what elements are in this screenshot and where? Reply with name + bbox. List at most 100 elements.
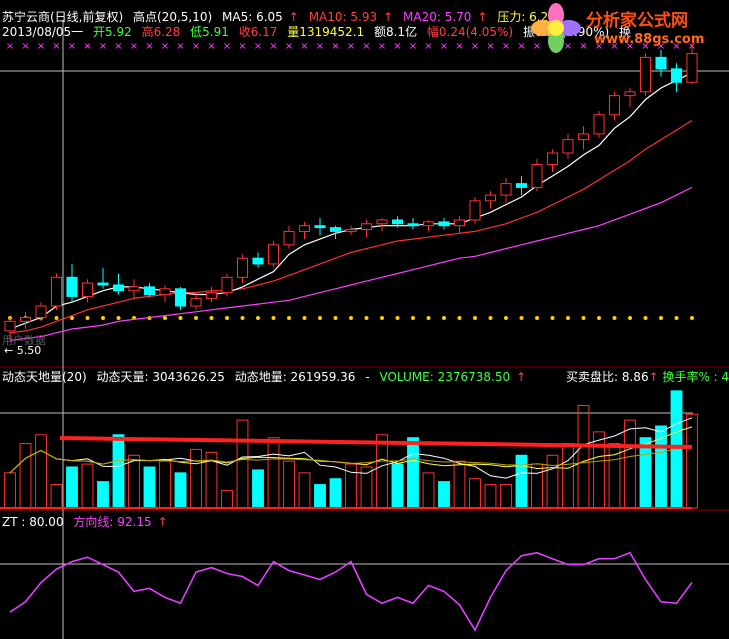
candle-body [360, 223, 373, 231]
volume-bar [236, 419, 249, 509]
candle-body [35, 305, 47, 318]
support-dot [225, 316, 229, 320]
support-dot [597, 316, 601, 320]
top-marker: × [393, 41, 401, 52]
volume-bar [283, 460, 295, 509]
support-dot [674, 316, 679, 320]
zt-header: ZT : 80.00 方向线: 92.15 ↑ [2, 513, 174, 530]
top-marker: × [285, 41, 293, 52]
volume-bar [422, 472, 435, 509]
candle-body [407, 223, 419, 227]
volume-bar [562, 443, 574, 509]
chart-window: × × × × × × × × × × × × × × × × × × × × × × × × × × × × × × × × × × × × × × × ×… [0, 0, 729, 639]
volume-bar [50, 484, 63, 509]
candle-body [329, 227, 342, 232]
top-marker: × [223, 41, 231, 52]
flower-logo-icon [531, 3, 581, 53]
candle-body [19, 316, 32, 322]
volume-bar [484, 484, 497, 509]
candle-body [81, 282, 94, 297]
candle-body [298, 225, 311, 232]
support-dot [628, 316, 632, 320]
low-label: 低5.91 [190, 25, 229, 39]
top-marker: × [238, 41, 246, 52]
top-marker: × [52, 41, 60, 52]
top-marker: × [331, 41, 339, 52]
volume-bar [174, 472, 187, 509]
top-marker: × [68, 41, 76, 52]
candle-body [422, 221, 435, 227]
candle-body [515, 183, 528, 188]
candle-body [205, 292, 218, 299]
top-marker: × [424, 41, 432, 52]
volume-header: 动态天地量(20) 动态天量: 3043626.25 动态地量: 261959.… [2, 368, 532, 385]
support-dot [535, 316, 539, 320]
candle-body [624, 91, 636, 97]
support-dot [457, 316, 462, 320]
candle-body [112, 284, 125, 292]
top-marker: × [471, 41, 479, 52]
volume-bar [453, 460, 466, 509]
top-marker: × [409, 41, 417, 52]
open-label: 开5.92 [93, 25, 132, 39]
candle-body [267, 244, 280, 265]
volume-bar [407, 437, 419, 509]
support-dot [240, 316, 245, 320]
candle-body [593, 114, 605, 135]
top-marker: × [347, 41, 355, 52]
top-marker: × [269, 41, 277, 52]
volume-bar [515, 454, 528, 509]
ma5-line [9, 72, 693, 330]
candle-body [174, 288, 187, 307]
candle-body [236, 257, 249, 278]
candle-body [159, 288, 171, 296]
volume-bar [469, 478, 481, 509]
top-marker: × [99, 41, 107, 52]
direction-line-label: 方向线: 92.15 [73, 515, 152, 529]
logo-title: 分析家公式网 [586, 11, 688, 31]
support-dot [566, 316, 570, 320]
support-dot [488, 316, 493, 320]
top-marker: × [362, 41, 370, 52]
stock-title: 苏宁云商(日线,前复权) [2, 10, 124, 24]
candle-body [314, 225, 326, 229]
top-marker: × [37, 41, 45, 52]
volume-bar [329, 478, 342, 509]
support-dot [256, 316, 260, 320]
candle-body [546, 152, 559, 165]
candle-body [252, 257, 264, 265]
candle-body [376, 219, 388, 225]
top-marker: × [378, 41, 386, 52]
chart-canvas: × × × × × × × × × × × × × × × × × × × × × × × × × × × × × × × × × × × × × × × ×… [0, 20, 729, 639]
volume-header-right: 买卖盘比: 8.86↑ 换手率% : 4 [566, 368, 729, 385]
high-indicator: 高点(20,5,10) [133, 10, 213, 24]
watermark-text: 用户数据 [2, 334, 46, 347]
volume-info: 量1319452.1 [287, 25, 365, 39]
top-marker: × [502, 41, 510, 52]
top-marker: × [130, 41, 138, 52]
ma20-label: MA20: 5.70 [403, 10, 472, 24]
price-panel: × × × × × × × × × × × × × × × × × × × × × × × × × × × × × × × × × × × × × × × ×… [4, 41, 698, 341]
support-dot [519, 316, 524, 320]
support-dot [380, 316, 384, 320]
top-marker: × [486, 41, 494, 52]
volume-bar [19, 443, 32, 509]
support-dot [271, 316, 276, 320]
arrow-up-icon: ↑ [477, 10, 488, 24]
top-marker: × [21, 41, 29, 52]
volume-bar [159, 460, 171, 509]
amount-label: 额8.1亿 [373, 25, 418, 39]
support-dot [318, 316, 322, 320]
support-dot [178, 316, 183, 320]
volume-bar [531, 463, 543, 509]
support-dot [643, 316, 648, 320]
buy-sell-ratio-label: 买卖盘比: 8.86 [566, 370, 649, 384]
candle-body [639, 56, 652, 93]
candle-body [50, 276, 63, 307]
volume-bar [593, 431, 605, 509]
high-label: 高6.28 [141, 25, 181, 39]
turnover-rate-label: 换手率% : 4 [662, 370, 729, 384]
candle-body [143, 286, 156, 296]
volume-bar [81, 463, 94, 509]
volume-bar [190, 448, 202, 509]
